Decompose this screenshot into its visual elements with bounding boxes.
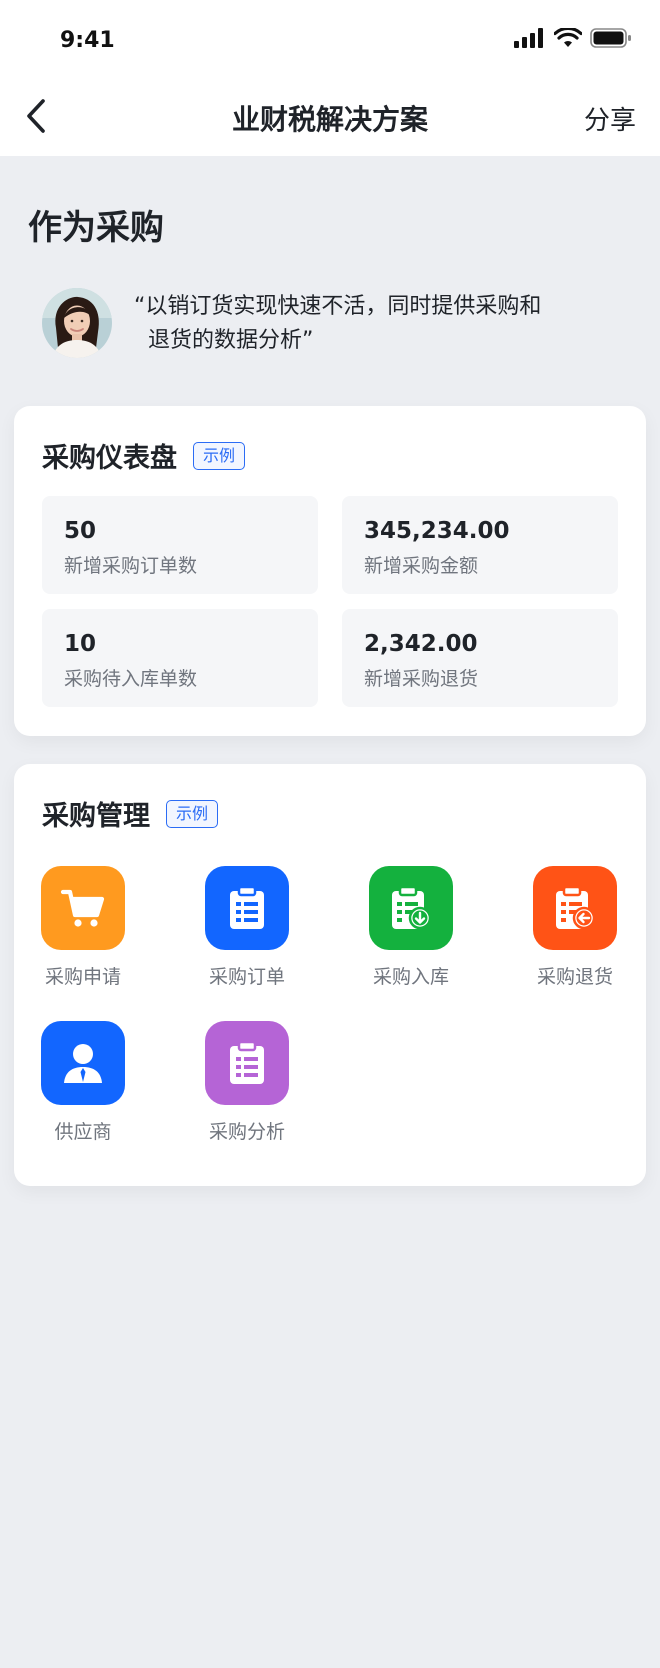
dashboard-header: 采购仪表盘 示例 xyxy=(42,436,246,475)
nav-bar: 业财税解决方案 分享 xyxy=(0,80,660,156)
stat-value: 345,234.00 xyxy=(364,518,510,544)
stat-new-purchase-return[interactable]: 2,342.00 新增采购退货 xyxy=(342,609,618,707)
clipboard-inbound-icon xyxy=(369,866,453,950)
stat-label: 新增采购退货 xyxy=(364,668,479,690)
stat-new-order-count[interactable]: 50 新增采购订单数 xyxy=(42,496,318,594)
page-title: 业财税解决方案 xyxy=(231,103,428,136)
supplier-person-icon xyxy=(41,1021,125,1105)
stat-label: 采购待入库单数 xyxy=(64,668,198,690)
quote-line-1: “以销订货实现快速不活，同时提供采购和 xyxy=(134,294,542,319)
app-label: 采购退货 xyxy=(536,966,613,988)
status-time: 9:41 xyxy=(60,28,115,53)
app-label: 采购分析 xyxy=(208,1121,285,1143)
app-label: 采购入库 xyxy=(372,966,449,988)
sample-tag[interactable]: 示例 xyxy=(166,799,219,828)
role-title: 作为采购 xyxy=(28,208,164,248)
stat-value: 10 xyxy=(64,631,97,657)
stat-pending-inbound-count[interactable]: 10 采购待入库单数 xyxy=(42,609,318,707)
status-icons xyxy=(514,28,632,48)
management-card: 采购管理 示例 采购申请 采购订单 采购入库 采购退货 供应商 采购分析 xyxy=(14,764,646,1186)
avatar xyxy=(42,288,112,358)
app-supplier[interactable]: 供应商 xyxy=(14,1021,144,1151)
dashboard-card: 采购仪表盘 示例 50 新增采购订单数 345,234.00 新增采购金额 10… xyxy=(14,406,646,736)
stat-label: 新增采购金额 xyxy=(364,555,479,577)
app-label: 采购订单 xyxy=(208,966,285,988)
app-purchase-return[interactable]: 采购退货 xyxy=(506,866,636,996)
stat-value: 50 xyxy=(64,518,97,544)
sample-tag[interactable]: 示例 xyxy=(193,441,246,470)
stat-label: 新增采购订单数 xyxy=(64,555,198,577)
signal-icon xyxy=(514,28,543,48)
app-label: 供应商 xyxy=(54,1121,112,1143)
cart-icon xyxy=(41,866,125,950)
quote-line-2: 退货的数据分析” xyxy=(148,328,314,353)
management-header: 采购管理 示例 xyxy=(42,794,219,833)
wifi-icon xyxy=(554,28,582,47)
app-purchase-analysis[interactable]: 采购分析 xyxy=(178,1021,308,1151)
app-label: 采购申请 xyxy=(44,966,121,988)
app-purchase-order[interactable]: 采购订单 xyxy=(178,866,308,996)
share-button[interactable]: 分享 xyxy=(584,100,636,137)
management-title: 采购管理 xyxy=(42,801,150,832)
stat-value: 2,342.00 xyxy=(364,631,478,657)
clipboard-return-icon xyxy=(533,866,617,950)
clipboard-list-icon xyxy=(205,866,289,950)
stat-new-purchase-amount[interactable]: 345,234.00 新增采购金额 xyxy=(342,496,618,594)
role-quote: “以销订货实现快速不活，同时提供采购和 退货的数据分析” xyxy=(42,288,632,368)
battery-icon xyxy=(590,28,631,48)
clipboard-analysis-icon xyxy=(205,1021,289,1105)
dashboard-title: 采购仪表盘 xyxy=(42,443,177,474)
quote-text: “以销订货实现快速不活，同时提供采购和 退货的数据分析” xyxy=(134,290,634,358)
status-bar: 9:41 xyxy=(0,0,660,80)
app-purchase-request[interactable]: 采购申请 xyxy=(14,866,144,996)
app-purchase-inbound[interactable]: 采购入库 xyxy=(342,866,472,996)
